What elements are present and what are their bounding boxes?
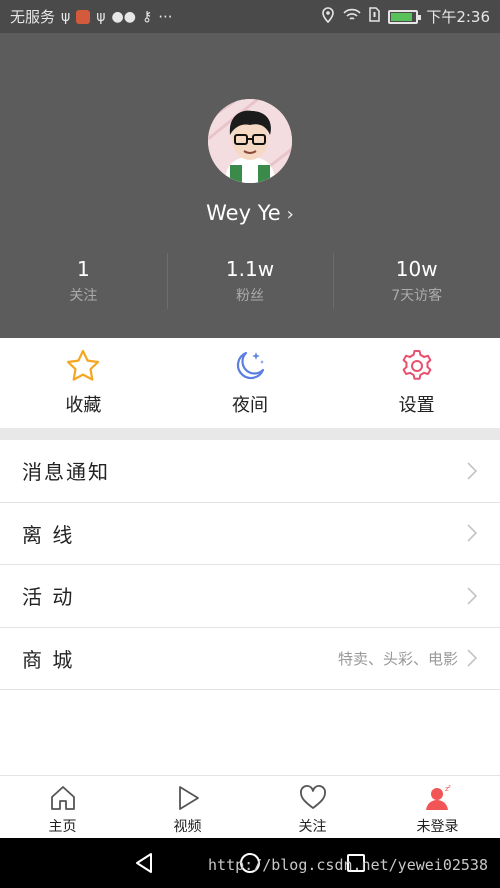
chevron-right-icon [467, 524, 478, 542]
menu-item-label: 离 线 [22, 522, 75, 547]
quick-actions: 收藏 夜间 设置 [0, 338, 500, 428]
tab-label: 关注 [298, 819, 327, 835]
menu-item-mall[interactable]: 商 城 特卖、头彩、电影 [0, 628, 500, 690]
play-icon [178, 786, 199, 810]
moon-icon [236, 351, 265, 380]
back-icon[interactable] [132, 851, 156, 875]
stats-row: 1 关注 1.1w 粉丝 10w 7天访客 [0, 253, 500, 309]
stat-value: 1 [76, 257, 90, 281]
wechat-icon: ●● [111, 8, 136, 25]
status-bar: 无服务 ψ ψ ●● ⚷ ··· 下午2:36 [0, 0, 500, 33]
avatar[interactable] [208, 99, 292, 183]
gear-icon [402, 350, 432, 380]
favorites-label: 收藏 [65, 395, 102, 416]
stat-fans[interactable]: 1.1w 粉丝 [166, 253, 334, 309]
battery-fill [391, 12, 412, 21]
tab-home[interactable]: 主页 [0, 776, 125, 838]
carrier-label: 无服务 [10, 8, 56, 26]
username-link[interactable]: Wey Ye › [0, 201, 500, 225]
stat-label: 粉丝 [236, 288, 264, 304]
profile-header: Wey Ye › 1 关注 1.1w 粉丝 10w 7天访客 [0, 33, 500, 338]
tab-label: 未登录 [416, 819, 459, 835]
user-icon: z z [425, 784, 451, 810]
chevron-right-icon [467, 649, 478, 667]
menu-item-extra: 特卖、头彩、电影 [337, 649, 458, 668]
section-divider [0, 428, 500, 440]
menu-list: 消息通知 离 线 活 动 商 城 特卖、头彩、电影 [0, 440, 500, 690]
key-icon: ⚷ [141, 8, 153, 25]
stat-value: 10w [395, 257, 438, 281]
svg-text:z: z [448, 784, 451, 790]
home-icon [50, 786, 75, 810]
chevron-right-icon [467, 587, 478, 605]
stat-label: 7天访客 [391, 288, 443, 304]
night-mode-button[interactable]: 夜间 [167, 338, 334, 428]
stat-label: 关注 [69, 288, 98, 304]
usb-icon: ψ [61, 8, 71, 25]
menu-item-label: 消息通知 [22, 460, 110, 485]
battery-icon [388, 9, 422, 24]
bottom-nav: 主页 视频 关注 z z 未登录 [0, 775, 500, 838]
chevron-right-icon: › [286, 204, 294, 225]
stat-visitors[interactable]: 10w 7天访客 [333, 253, 500, 309]
settings-label: 设置 [398, 395, 435, 416]
watermark: http://blog.csdn.net/yewei02538 [208, 856, 488, 874]
sim-icon [369, 7, 381, 26]
location-icon [321, 6, 335, 27]
usb-debug-icon: ψ [96, 8, 106, 25]
tab-label: 主页 [48, 819, 77, 835]
menu-item-label: 活 动 [22, 585, 75, 610]
stat-value: 1.1w [225, 257, 275, 281]
menu-item-activities[interactable]: 活 动 [0, 565, 500, 628]
night-mode-label: 夜间 [232, 395, 268, 416]
username: Wey Ye [206, 201, 281, 225]
heart-icon [299, 785, 326, 809]
more-notifications: ··· [158, 7, 173, 26]
menu-item-notifications[interactable]: 消息通知 [0, 440, 500, 503]
stat-following[interactable]: 1 关注 [0, 253, 167, 309]
clock: 下午2:36 [426, 8, 490, 26]
tab-video[interactable]: 视频 [125, 776, 250, 838]
wifi-icon [343, 8, 361, 26]
tab-label: 视频 [173, 819, 202, 835]
chevron-right-icon [467, 462, 478, 480]
favorites-button[interactable]: 收藏 [0, 338, 167, 428]
menu-item-label: 商 城 [22, 647, 75, 672]
menu-item-offline[interactable]: 离 线 [0, 503, 500, 565]
tab-follow[interactable]: 关注 [250, 776, 375, 838]
app-notification-icon [76, 9, 91, 24]
tab-not-logged-in[interactable]: z z 未登录 [375, 776, 500, 838]
settings-button[interactable]: 设置 [333, 338, 500, 428]
star-icon [67, 349, 100, 381]
